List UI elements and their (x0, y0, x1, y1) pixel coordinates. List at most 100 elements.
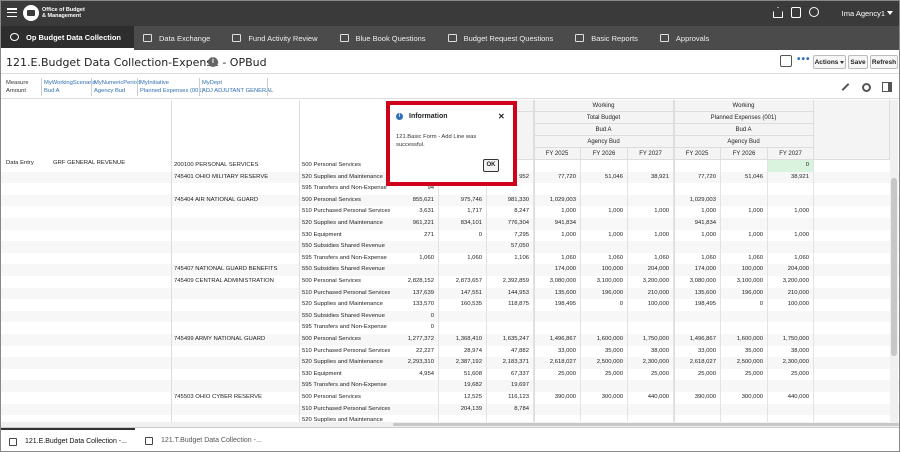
grid-cell[interactable]: 1,750,000 (628, 334, 674, 346)
bottom-tab-total[interactable]: 121.T.Budget Data Collection -... (137, 428, 277, 451)
grid-cell[interactable]: 1,000 (628, 229, 674, 242)
grid-cell[interactable]: 2,618,027 (534, 357, 581, 369)
more-button[interactable]: ••• (797, 54, 811, 65)
grid-cell[interactable]: 210,000 (768, 287, 814, 300)
grid-cell[interactable]: 38,000 (628, 345, 674, 358)
grid-cell[interactable]: 38,921 (768, 171, 814, 184)
grid-cell[interactable] (628, 194, 674, 207)
grid-cell[interactable]: 1,496,867 (534, 334, 581, 346)
grid-cell[interactable]: 1,000 (674, 206, 721, 218)
scroll-thumb[interactable] (891, 178, 897, 356)
grid-cell[interactable]: 1,750,000 (768, 334, 814, 346)
grid-cell[interactable]: 1,000 (534, 229, 581, 242)
grid-cell[interactable]: 25,000 (581, 368, 628, 381)
pov-initiative[interactable]: MyInitiative Planned Expenses (001) (140, 79, 204, 95)
grid-cell[interactable] (581, 160, 628, 172)
grid-cell[interactable]: 300,000 (581, 392, 628, 404)
grid-cell[interactable] (768, 241, 814, 253)
grid-cell[interactable]: 204,000 (768, 264, 814, 276)
grid-cell[interactable]: 3,080,000 (534, 276, 581, 288)
grid-cell[interactable] (581, 403, 628, 416)
grid-cell[interactable] (628, 403, 674, 416)
grid-cell[interactable]: 1,000 (768, 206, 814, 218)
accessibility-icon[interactable] (809, 7, 819, 17)
search-members-icon[interactable] (780, 55, 792, 67)
grid-cell[interactable] (534, 160, 581, 172)
tab-budget-request-questions[interactable]: Budget Request Questions (439, 26, 567, 50)
pov-working-scenario[interactable]: MyWorkingScenario Bud A (44, 79, 96, 95)
grid-cell[interactable] (581, 380, 628, 392)
vertical-scrollbar[interactable] (890, 100, 898, 422)
grid-cell[interactable]: 1,000 (768, 229, 814, 242)
grid-cell[interactable]: 1,000 (534, 206, 581, 218)
grid-cell[interactable] (581, 194, 628, 207)
tab-blue-book-questions[interactable]: Blue Book Questions (331, 26, 439, 50)
grid-cell[interactable] (581, 322, 628, 334)
pov-numeric-period[interactable]: MyNumericPeriod Agency Bud (94, 79, 140, 95)
grid-cell[interactable] (534, 322, 581, 334)
tab-approvals[interactable]: Approvals (651, 26, 722, 50)
grid-cell[interactable]: 3,100,000 (581, 276, 628, 288)
grid-cell[interactable]: 174,000 (534, 264, 581, 276)
info-icon[interactable]: i (208, 57, 218, 67)
grid-cell[interactable]: 1,060 (628, 252, 674, 265)
grid-cell[interactable]: 3,080,000 (674, 276, 721, 288)
grid-cell[interactable] (768, 403, 814, 416)
grid-cell[interactable] (768, 183, 814, 195)
grid-cell[interactable]: 33,000 (534, 345, 581, 358)
grid-cell[interactable] (768, 194, 814, 207)
grid-cell[interactable]: 390,000 (534, 392, 581, 404)
grid-cell[interactable]: 941,834 (674, 218, 721, 230)
grid-cell[interactable]: 2,300,000 (768, 357, 814, 369)
grid-cell[interactable] (534, 380, 581, 392)
grid-cell[interactable]: 1,060 (581, 252, 628, 265)
grid-cell[interactable]: 210,000 (628, 287, 674, 300)
grid-cell[interactable] (721, 241, 768, 253)
grid-cell[interactable] (674, 310, 721, 323)
grid-cell[interactable]: 390,000 (674, 392, 721, 404)
grid-cell[interactable] (581, 241, 628, 253)
grid-cell[interactable] (674, 322, 721, 334)
grid-cell[interactable]: 2,618,027 (674, 357, 721, 369)
grid-cell[interactable]: 196,000 (721, 287, 768, 300)
grid-cell[interactable] (581, 183, 628, 195)
grid-cell[interactable]: 1,060 (721, 252, 768, 265)
grid-cell[interactable] (628, 241, 674, 253)
grid-cell[interactable]: 100,000 (628, 299, 674, 311)
grid-cell[interactable]: 51,046 (721, 171, 768, 184)
grid-cell[interactable]: 2,500,000 (581, 357, 628, 369)
grid-cell[interactable]: 1,600,000 (721, 334, 768, 346)
grid-cell[interactable]: 1,029,003 (674, 194, 721, 207)
grid-cell[interactable]: 1,496,867 (674, 334, 721, 346)
grid-cell[interactable] (721, 160, 768, 172)
grid-cell[interactable] (628, 310, 674, 323)
user-menu[interactable]: Ima Agency1 (842, 9, 885, 18)
grid-cell[interactable]: 440,000 (768, 392, 814, 404)
scroll-thumb[interactable] (393, 423, 899, 426)
grid-cell[interactable] (534, 183, 581, 195)
grid-cell[interactable] (674, 160, 721, 172)
tab-data-exchange[interactable]: Data Exchange (134, 26, 223, 50)
grid-cell[interactable]: 300,000 (721, 392, 768, 404)
grid-cell[interactable] (721, 310, 768, 323)
grid-cell[interactable] (628, 380, 674, 392)
grid-cell[interactable]: 25,000 (768, 368, 814, 381)
grid-cell[interactable]: 38,921 (628, 171, 674, 184)
panel-tool[interactable] (877, 78, 897, 96)
grid-cell[interactable]: 100,000 (721, 264, 768, 276)
document-icon[interactable] (791, 7, 801, 18)
grid-cell[interactable]: 25,000 (674, 368, 721, 381)
grid-cell[interactable] (721, 403, 768, 416)
grid-cell[interactable] (534, 241, 581, 253)
grid-cell[interactable] (674, 403, 721, 416)
grid-cell[interactable] (768, 310, 814, 323)
grid-cell[interactable]: 3,200,000 (768, 276, 814, 288)
grid-cell[interactable] (628, 322, 674, 334)
grid-cell[interactable]: 1,000 (674, 229, 721, 242)
grid-cell[interactable] (768, 380, 814, 392)
grid-cell[interactable]: 35,000 (581, 345, 628, 358)
grid-cell[interactable]: 100,000 (581, 264, 628, 276)
grid-cell[interactable] (628, 218, 674, 230)
grid-cell[interactable]: 25,000 (534, 368, 581, 381)
grid-cell[interactable] (674, 380, 721, 392)
